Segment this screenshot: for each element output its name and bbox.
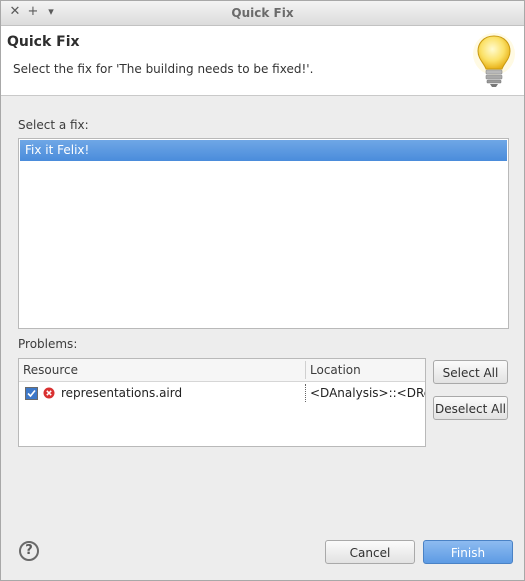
column-header-location[interactable]: Location (310, 363, 361, 377)
title-bar: ✕ + ▾ Quick Fix (1, 1, 524, 26)
fix-list[interactable]: Fix it Felix! (18, 138, 509, 329)
fix-item-selected[interactable]: Fix it Felix! (20, 140, 507, 161)
select-all-button[interactable]: Select All (433, 360, 508, 384)
column-divider[interactable] (305, 361, 306, 379)
help-icon[interactable]: ? (19, 541, 39, 561)
window-title: Quick Fix (231, 6, 294, 20)
checkmark-icon (26, 388, 37, 399)
problems-table[interactable]: Resource Location representations.aird <… (18, 358, 426, 447)
problems-label: Problems: (18, 337, 78, 351)
problem-checkbox[interactable] (25, 387, 38, 400)
quick-fix-dialog: ✕ + ▾ Quick Fix Quick Fix Select the fix… (0, 0, 525, 581)
cancel-button[interactable]: Cancel (325, 540, 415, 564)
lightbulb-icon (473, 33, 515, 87)
table-row[interactable]: representations.aird <DAnalysis>::<DRep (19, 382, 425, 404)
header-message: Select the fix for 'The building needs t… (13, 62, 314, 76)
header-title: Quick Fix (7, 34, 80, 50)
problem-resource: representations.aird (61, 386, 183, 400)
problems-table-header: Resource Location (19, 359, 425, 382)
error-icon (43, 387, 55, 399)
cell-divider (305, 384, 306, 402)
finish-button[interactable]: Finish (423, 540, 513, 564)
deselect-all-button[interactable]: Deselect All (433, 396, 508, 420)
dialog-header: Quick Fix Select the fix for 'The buildi… (1, 26, 524, 96)
problem-location: <DAnalysis>::<DRep (310, 386, 426, 400)
select-fix-label: Select a fix: (18, 118, 89, 132)
column-header-resource[interactable]: Resource (23, 363, 78, 377)
